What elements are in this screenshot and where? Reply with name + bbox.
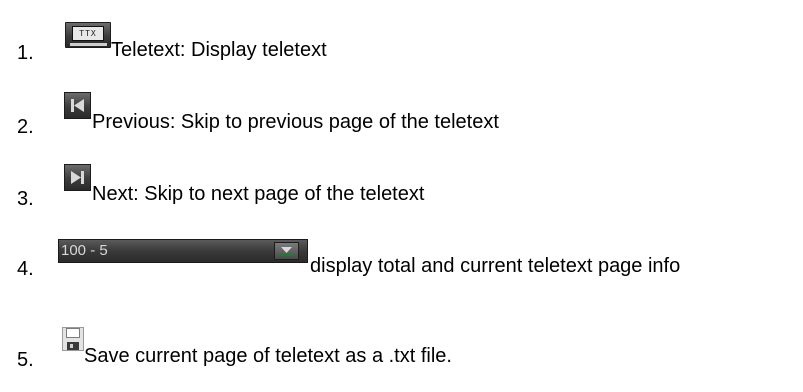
list-number: 3. [17, 188, 34, 210]
list-number: 1. [17, 42, 34, 64]
list-item: 4. 100 - 5 display total and current tel… [0, 236, 803, 284]
item-description: Save current page of teletext as a .txt … [84, 345, 452, 367]
list-item: 3. Next: Skip to next page of the telete… [0, 164, 803, 212]
previous-glyph [71, 99, 84, 112]
page-info-value: 100 - 5 [61, 242, 108, 259]
list-item: 2. Previous: Skip to previous page of th… [0, 92, 803, 140]
list-number: 4. [17, 258, 34, 280]
list-item: 1. TTX Teletext: Display teletext [0, 22, 803, 70]
save-icon[interactable] [62, 327, 84, 351]
item-description: Next: Skip to next page of the teletext [92, 183, 425, 205]
next-icon[interactable] [64, 164, 91, 191]
list-number: 2. [17, 116, 34, 138]
item-description: Teletext: Display teletext [111, 39, 327, 61]
dropdown-arrow-icon[interactable] [274, 242, 299, 260]
page-info-dropdown[interactable]: 100 - 5 [58, 239, 308, 263]
teletext-icon[interactable]: TTX [65, 22, 111, 48]
item-description: Previous: Skip to previous page of the t… [92, 111, 499, 133]
list-item: 5. Save current page of teletext as a .t… [0, 318, 803, 371]
previous-icon[interactable] [64, 92, 91, 119]
list-number: 5. [17, 349, 34, 371]
teletext-screen: TTX [72, 26, 104, 41]
next-glyph [71, 171, 84, 184]
item-description: display total and current teletext page … [310, 255, 681, 277]
